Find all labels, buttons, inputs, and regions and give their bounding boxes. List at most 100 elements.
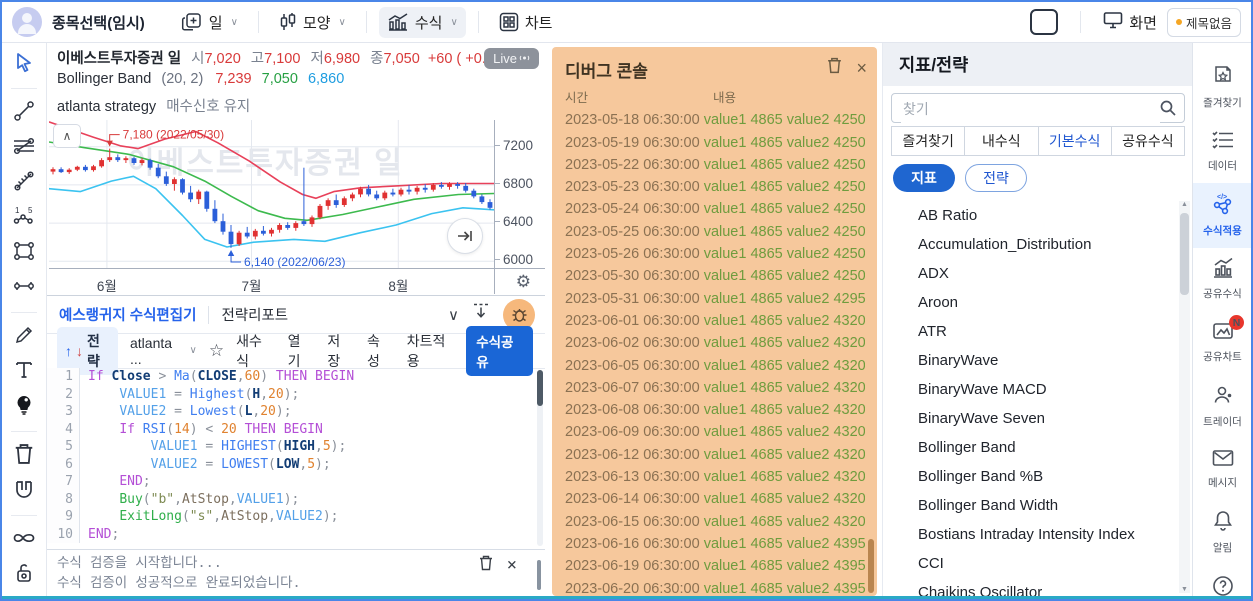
tool-trend-line[interactable] xyxy=(9,100,39,126)
tool-range[interactable] xyxy=(9,275,39,301)
favorite-star-icon[interactable]: ☆ xyxy=(209,341,224,361)
clear-output-trash-icon[interactable] xyxy=(479,555,493,575)
list-item[interactable]: Bollinger Band Width xyxy=(883,491,1175,520)
import-icon[interactable] xyxy=(473,303,489,326)
list-item[interactable]: Aroon xyxy=(883,288,1175,317)
strategy-name[interactable]: atlanta strategy xyxy=(57,99,156,115)
list-item[interactable]: CCI xyxy=(883,549,1175,578)
code-scrollbar[interactable] xyxy=(537,370,543,546)
tool-text[interactable] xyxy=(9,359,39,385)
pill-지표[interactable]: 지표 xyxy=(893,164,955,192)
tab-기본수식[interactable]: 기본수식 xyxy=(1038,127,1112,155)
symbol-name[interactable]: 이베스트투자증권 일 xyxy=(57,51,181,67)
tool-lock[interactable] xyxy=(9,562,39,588)
scroll-thumb[interactable] xyxy=(1180,213,1189,295)
tool-magnet[interactable] xyxy=(9,478,39,504)
tool-delete[interactable] xyxy=(9,443,39,469)
sidebar-item-메시지[interactable]: 메시지 xyxy=(1193,439,1251,500)
list-item[interactable]: Bostians Intraday Intensity Index xyxy=(883,520,1175,549)
toolbar-right: 화면 제목없음 xyxy=(1030,7,1241,37)
sidebar-item-데이터[interactable]: 데이터 xyxy=(1193,120,1251,183)
list-item[interactable]: ADX xyxy=(883,259,1175,288)
avatar[interactable] xyxy=(12,7,42,37)
indicator-name[interactable]: Bollinger Band xyxy=(57,71,151,87)
list-item[interactable]: Bollinger Band xyxy=(883,433,1175,462)
list-scrollbar[interactable]: ▲ ▼ xyxy=(1179,201,1190,593)
high-label: 고 xyxy=(250,51,265,67)
tool-sync[interactable] xyxy=(9,527,39,553)
sidebar-item-알림[interactable]: 알림 xyxy=(1193,500,1251,565)
sidebar-item-수식적용[interactable]: </> 수식적용 xyxy=(1193,183,1251,248)
sidebar-item-공유차트[interactable]: 공유차트 N xyxy=(1193,311,1251,374)
debug-row-time: 2023-06-07 06:30:00 xyxy=(565,379,700,396)
sidebar-item-트레이더[interactable]: 트레이더 xyxy=(1193,374,1251,439)
debug-scrollbar-thumb[interactable] xyxy=(868,539,874,593)
close-console-icon[interactable]: × xyxy=(856,59,867,77)
close-value: 7,050 xyxy=(383,51,420,67)
panel-title-bar: 지표/전략 xyxy=(883,43,1193,86)
live-badge[interactable]: Live xyxy=(484,48,539,69)
jump-to-latest-button[interactable] xyxy=(447,218,483,254)
code-line: 2 VALUE1 = Highest(H,20); xyxy=(47,385,545,403)
tab-즐겨찾기[interactable]: 즐겨찾기 xyxy=(892,127,966,155)
sidebar-item-공유수식[interactable]: 공유수식 xyxy=(1193,248,1251,311)
strategy-report-tab[interactable]: 전략리포트 xyxy=(221,304,288,325)
close-output-icon[interactable]: × xyxy=(507,556,517,574)
chevron-down-icon[interactable]: ∨ xyxy=(448,306,459,324)
editor-button-새수식[interactable]: 새수식 xyxy=(236,331,272,371)
tool-idea[interactable] xyxy=(9,394,39,420)
price-axis[interactable]: 7200 6800 6400 6000 xyxy=(495,120,545,268)
search-input[interactable] xyxy=(901,95,1160,123)
list-item[interactable]: BinaryWave xyxy=(883,346,1175,375)
scroll-up-icon[interactable]: ▲ xyxy=(1179,201,1190,208)
list-item[interactable]: ATR xyxy=(883,317,1175,346)
tool-cursor[interactable] xyxy=(9,51,39,77)
debug-rows[interactable]: 2023-05-17 06:30:00 value1 4865 value2 4… xyxy=(565,102,865,594)
time-axis[interactable]: ⚙ 6월 7월 8월 xyxy=(49,268,545,296)
tool-parallel-lines[interactable] xyxy=(9,135,39,161)
list-item[interactable]: BinaryWave Seven xyxy=(883,404,1175,433)
list-item[interactable]: Chaikins Oscillator xyxy=(883,578,1175,596)
grid-icon xyxy=(499,12,519,32)
formula-chart-icon xyxy=(387,13,409,31)
output-scrollbar[interactable] xyxy=(537,560,541,590)
editor-button-저장[interactable]: 저장 xyxy=(327,331,351,371)
chart-settings-gear-icon[interactable]: ⚙ xyxy=(516,272,531,292)
toolbar-item-일[interactable]: 일 ∨ xyxy=(173,7,246,38)
sidebar-item-즐겨찾기[interactable]: 즐겨찾기 xyxy=(1193,55,1251,120)
layout-button[interactable] xyxy=(1030,9,1059,35)
clear-console-trash-icon[interactable] xyxy=(827,57,842,79)
editor-button-차트적용[interactable]: 차트적용 xyxy=(407,331,454,371)
debug-row: 2023-06-16 06:30:00 value1 4685 value2 4… xyxy=(565,533,865,555)
output-icons: × xyxy=(479,555,517,575)
toolbar-item-차트[interactable]: 차트 xyxy=(491,7,561,38)
editor-button-열기[interactable]: 열기 xyxy=(288,331,312,371)
list-item[interactable]: Accumulation_Distribution xyxy=(883,230,1175,259)
line-number: 6 xyxy=(47,455,80,473)
editor-title-tab[interactable]: 예스랭귀지 수식편집기 xyxy=(59,304,196,325)
tool-rect-shape[interactable] xyxy=(9,240,39,266)
up-arrow-icon: ↑ xyxy=(65,342,72,359)
scroll-down-icon[interactable]: ▼ xyxy=(1179,586,1190,593)
chart-plot[interactable]: 이베스트투자증권 일 7,180 (2022/05/30) 6,140 (2022… xyxy=(49,120,494,268)
toolbar-item-모양[interactable]: 모양 ∨ xyxy=(271,7,354,38)
pill-전략[interactable]: 전략 xyxy=(965,164,1027,192)
tool-pencil[interactable] xyxy=(9,324,39,350)
tab-공유수식[interactable]: 공유수식 xyxy=(1111,127,1184,155)
toolbar-item-수식[interactable]: 수식 ∨ xyxy=(378,6,466,38)
untitled-button[interactable]: 제목없음 xyxy=(1166,7,1241,37)
chart-header-line2: Bollinger Band (20, 2) 7,239 7,050 6,860 xyxy=(57,71,344,87)
formula-dropdown[interactable]: atlanta ... ∨ xyxy=(130,335,197,367)
screen-button[interactable]: 화면 xyxy=(1103,11,1157,33)
list-item[interactable]: BinaryWave MACD xyxy=(883,375,1175,404)
search-icon[interactable] xyxy=(1159,99,1177,122)
code-editor[interactable]: 1 If Close > Ma(CLOSE,60) THEN BEGIN 2 VAL… xyxy=(47,368,545,549)
list-item[interactable]: AB Ratio xyxy=(883,201,1175,230)
collapse-button[interactable]: ∧ xyxy=(53,124,81,148)
tool-wave-count[interactable]: 15 xyxy=(9,205,39,231)
tab-내수식[interactable]: 내수식 xyxy=(965,127,1039,155)
tool-hatch-line[interactable] xyxy=(9,170,39,196)
list-item[interactable]: Bollinger Band %B xyxy=(883,462,1175,491)
editor-button-속성[interactable]: 속성 xyxy=(367,331,391,371)
line-number: 10 xyxy=(47,525,80,543)
